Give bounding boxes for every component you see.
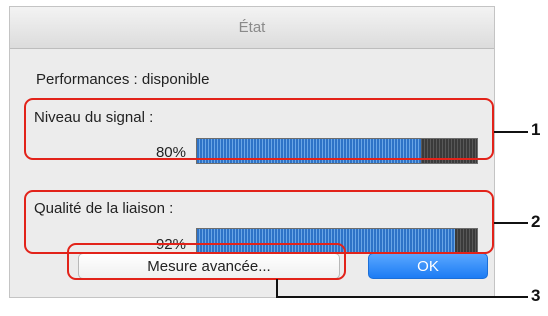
highlight-box-advanced bbox=[67, 243, 346, 280]
callout-number-3: 3 bbox=[531, 286, 541, 305]
callout-line-3-horizontal bbox=[276, 296, 528, 298]
callout-number-2: 2 bbox=[531, 212, 541, 231]
callout-line-2 bbox=[494, 222, 528, 224]
ok-button[interactable]: OK bbox=[368, 253, 488, 279]
callout-number-1: 1 bbox=[531, 120, 541, 139]
callout-line-1 bbox=[494, 131, 528, 133]
highlight-box-signal bbox=[24, 98, 494, 160]
callout-line-3-vertical bbox=[276, 279, 278, 297]
dialog-title: État bbox=[10, 7, 494, 49]
performance-status-text: Performances : disponible bbox=[36, 71, 210, 88]
